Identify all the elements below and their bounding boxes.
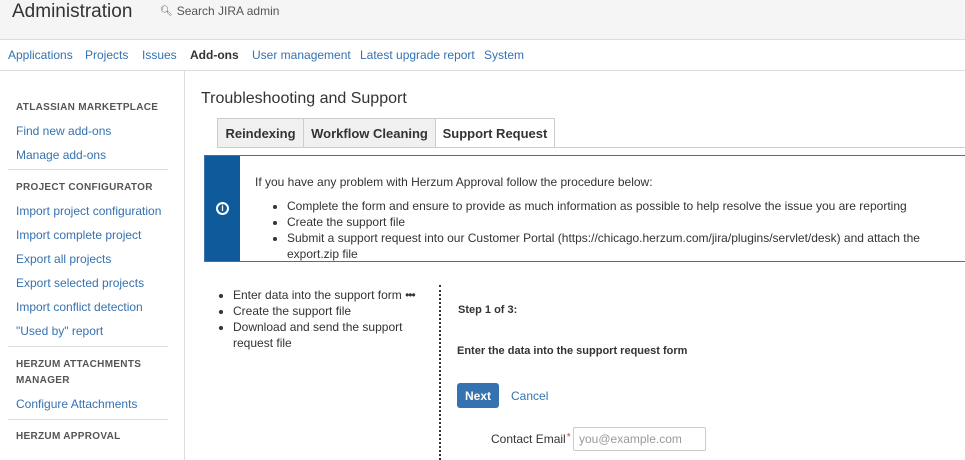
next-button[interactable]: Next (457, 383, 499, 408)
nav-projects[interactable]: Projects (85, 48, 128, 62)
sidebar-item-find-new-add-ons[interactable]: Find new add-ons (16, 124, 111, 138)
info-list-item: Submit a support request into our Custom… (287, 230, 965, 262)
admin-search[interactable]: 🔍︎ Search JIRA admin (160, 4, 279, 18)
cancel-link[interactable]: Cancel (511, 389, 548, 403)
wizard-step-1: Enter data into the support form ••• (233, 287, 438, 303)
page-title: Troubleshooting and Support (201, 90, 407, 107)
sidebar-item-manage-add-ons[interactable]: Manage add-ons (16, 148, 106, 162)
sidebar-heading-attachments-manager-line2: MANAGER (16, 375, 70, 386)
nav-user-management[interactable]: User management (252, 48, 351, 62)
info-icon: i (216, 202, 229, 215)
sidebar-divider (8, 346, 168, 347)
sidebar-item-import-project-configuration[interactable]: Import project configuration (16, 204, 161, 218)
sidebar-divider (8, 419, 168, 420)
page-header-title: Administration (12, 1, 133, 22)
sidebar-item-configure-attachments[interactable]: Configure Attachments (16, 397, 137, 411)
nav-latest-upgrade-report[interactable]: Latest upgrade report (360, 48, 475, 62)
admin-nav: Applications Projects Issues Add-ons Use… (0, 40, 965, 71)
search-icon: 🔍︎ (160, 5, 173, 17)
contact-email-field[interactable] (573, 427, 706, 451)
sidebar-heading-project-configurator: PROJECT CONFIGURATOR (16, 182, 153, 193)
wizard-step-current-indicator: ••• (405, 288, 416, 302)
tab-bar-underline (217, 147, 965, 148)
tab-reindexing[interactable]: Reindexing (217, 118, 304, 147)
info-list-item: Complete the form and ensure to provide … (287, 198, 965, 214)
info-list-item: Create the support file (287, 214, 965, 230)
sidebar-heading-marketplace: ATLASSIAN MARKETPLACE (16, 102, 159, 113)
tab-workflow-cleaning[interactable]: Workflow Cleaning (303, 118, 436, 147)
info-intro: If you have any problem with Herzum Appr… (255, 175, 653, 189)
sidebar-heading-attachments-manager: HERZUM ATTACHMENTS (16, 359, 142, 370)
admin-header: Administration 🔍︎ Search JIRA admin (0, 0, 965, 40)
sidebar-heading-herzum-approval: HERZUM APPROVAL (16, 431, 121, 442)
wizard-step-1-label: Enter data into the support form (233, 288, 402, 302)
nav-system[interactable]: System (484, 48, 524, 62)
contact-email-label: Contact Email* (491, 432, 571, 446)
step-description: Enter the data into the support request … (457, 345, 688, 357)
step-number: Step 1 of 3: (458, 304, 518, 316)
info-list: Complete the form and ensure to provide … (287, 198, 965, 262)
wizard-step-2: Create the support file (233, 303, 438, 319)
wizard-divider (439, 285, 441, 460)
required-marker: * (566, 432, 571, 443)
sidebar-item-used-by-report[interactable]: "Used by" report (16, 324, 103, 338)
contact-email-label-text: Contact Email (491, 432, 566, 446)
wizard-steps: Enter data into the support form ••• Cre… (233, 287, 438, 351)
admin-sidebar: ATLASSIAN MARKETPLACE Find new add-ons M… (0, 71, 185, 460)
sidebar-item-import-complete-project[interactable]: Import complete project (16, 228, 141, 242)
sidebar-item-export-all-projects[interactable]: Export all projects (16, 252, 111, 266)
wizard-step-3: Download and send the support request fi… (233, 319, 438, 351)
sidebar-divider (8, 169, 168, 170)
info-message: i If you have any problem with Herzum Ap… (204, 155, 965, 262)
tab-support-request[interactable]: Support Request (435, 118, 555, 148)
nav-issues[interactable]: Issues (142, 48, 177, 62)
sidebar-item-export-selected-projects[interactable]: Export selected projects (16, 276, 144, 290)
search-label: Search JIRA admin (176, 4, 280, 18)
nav-add-ons[interactable]: Add-ons (190, 48, 239, 62)
sidebar-item-import-conflict-detection[interactable]: Import conflict detection (16, 300, 143, 314)
nav-applications[interactable]: Applications (8, 48, 73, 62)
